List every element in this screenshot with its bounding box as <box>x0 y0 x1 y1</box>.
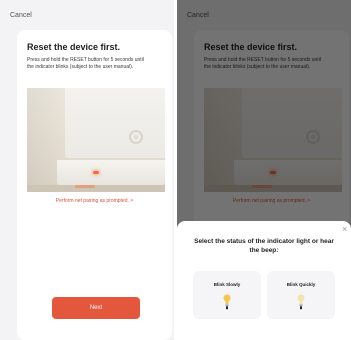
instruction-text: Press and hold the RESET button for 5 se… <box>27 57 144 71</box>
device-feet <box>75 185 95 188</box>
device-photo <box>27 88 165 192</box>
device-base <box>57 160 165 185</box>
photo-floor <box>27 185 165 192</box>
ring-center <box>134 135 138 139</box>
next-button[interactable]: Next <box>52 297 140 319</box>
device-body <box>65 88 165 158</box>
close-icon[interactable]: × <box>342 225 347 234</box>
cancel-button[interactable]: Cancel <box>10 12 32 19</box>
sheet-question: Select the status of the indicator light… <box>194 238 334 254</box>
page-title: Reset the device first. <box>27 42 121 52</box>
option-blink-quickly[interactable]: Blink Quickly <box>267 271 335 319</box>
instruction-card: Reset the device first. Press and hold t… <box>17 30 172 340</box>
bulb-dim-icon <box>297 294 305 310</box>
option-blink-slowly[interactable]: Blink Slowly <box>193 271 261 319</box>
device-button-ring <box>129 130 143 144</box>
indicator-status-sheet: × Select the status of the indicator lig… <box>177 221 351 340</box>
option-label: Blink Slowly <box>213 282 241 287</box>
bulb-lit-icon <box>223 294 231 310</box>
pairing-prompt-link[interactable]: Perform net pairing as prompted. > <box>17 198 172 204</box>
option-label: Blink Quickly <box>286 282 316 287</box>
indicator-led <box>93 171 99 174</box>
reset-screen: Cancel Reset the device first. Press and… <box>0 0 174 340</box>
